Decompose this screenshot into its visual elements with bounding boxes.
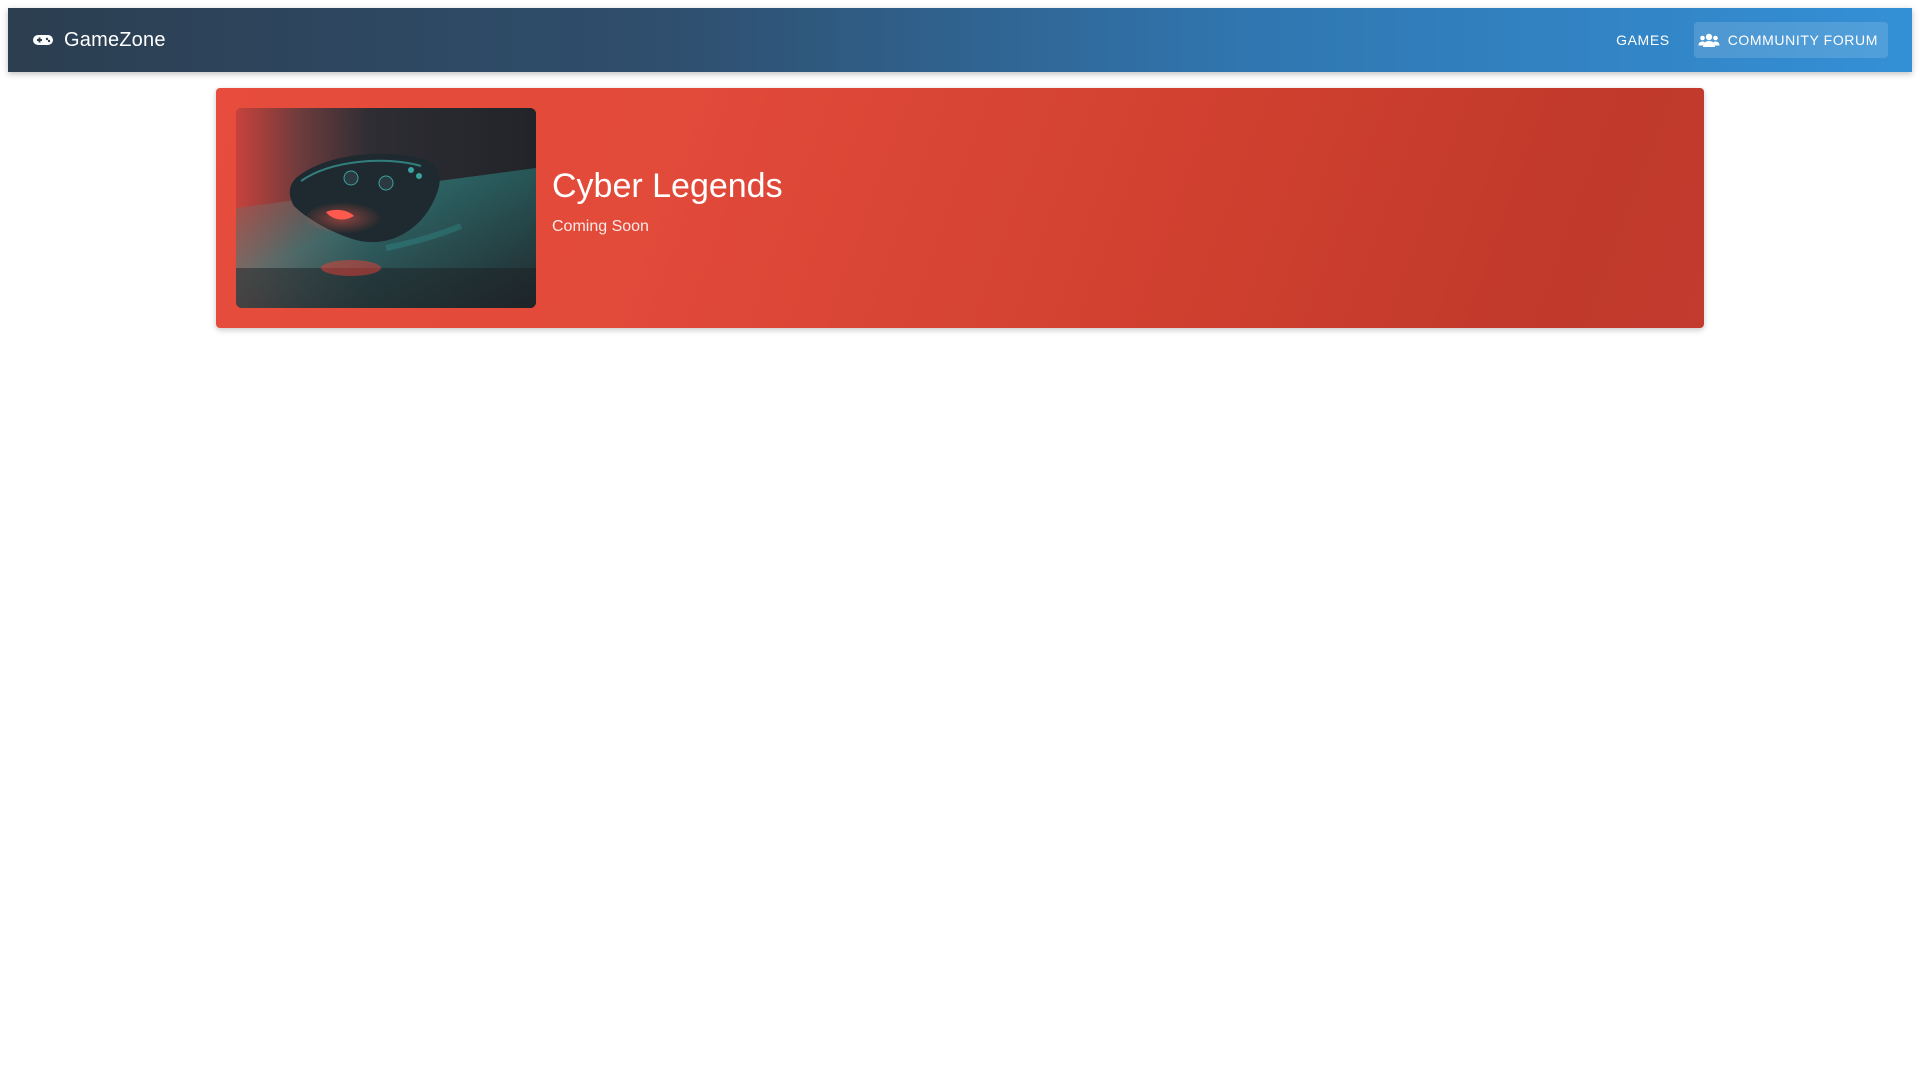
- nav-link-community-forum-label: COMMUNITY FORUM: [1727, 32, 1878, 48]
- page: GameZone GAMES COMMUNITY FORUM Cyber Leg…: [0, 0, 1920, 1080]
- game-controller-image: [236, 108, 536, 308]
- game-banner-text: Cyber Legends Coming Soon: [552, 166, 783, 236]
- users-icon: [1698, 32, 1720, 48]
- game-title[interactable]: Cyber Legends: [552, 166, 783, 206]
- top-navbar: GameZone GAMES COMMUNITY FORUM: [8, 8, 1912, 72]
- gamepad-icon: [32, 32, 54, 48]
- game-banner-card[interactable]: Cyber Legends Coming Soon: [216, 88, 1704, 328]
- brand-link[interactable]: GameZone: [32, 29, 166, 52]
- nav-link-community-forum[interactable]: COMMUNITY FORUM: [1693, 22, 1888, 58]
- brand-label: GameZone: [64, 28, 166, 51]
- nav-link-games-label: GAMES: [1616, 32, 1670, 48]
- game-status-label: Coming Soon: [552, 218, 649, 235]
- nav-links: GAMES COMMUNITY FORUM: [1602, 22, 1888, 58]
- nav-link-games[interactable]: GAMES: [1602, 22, 1684, 58]
